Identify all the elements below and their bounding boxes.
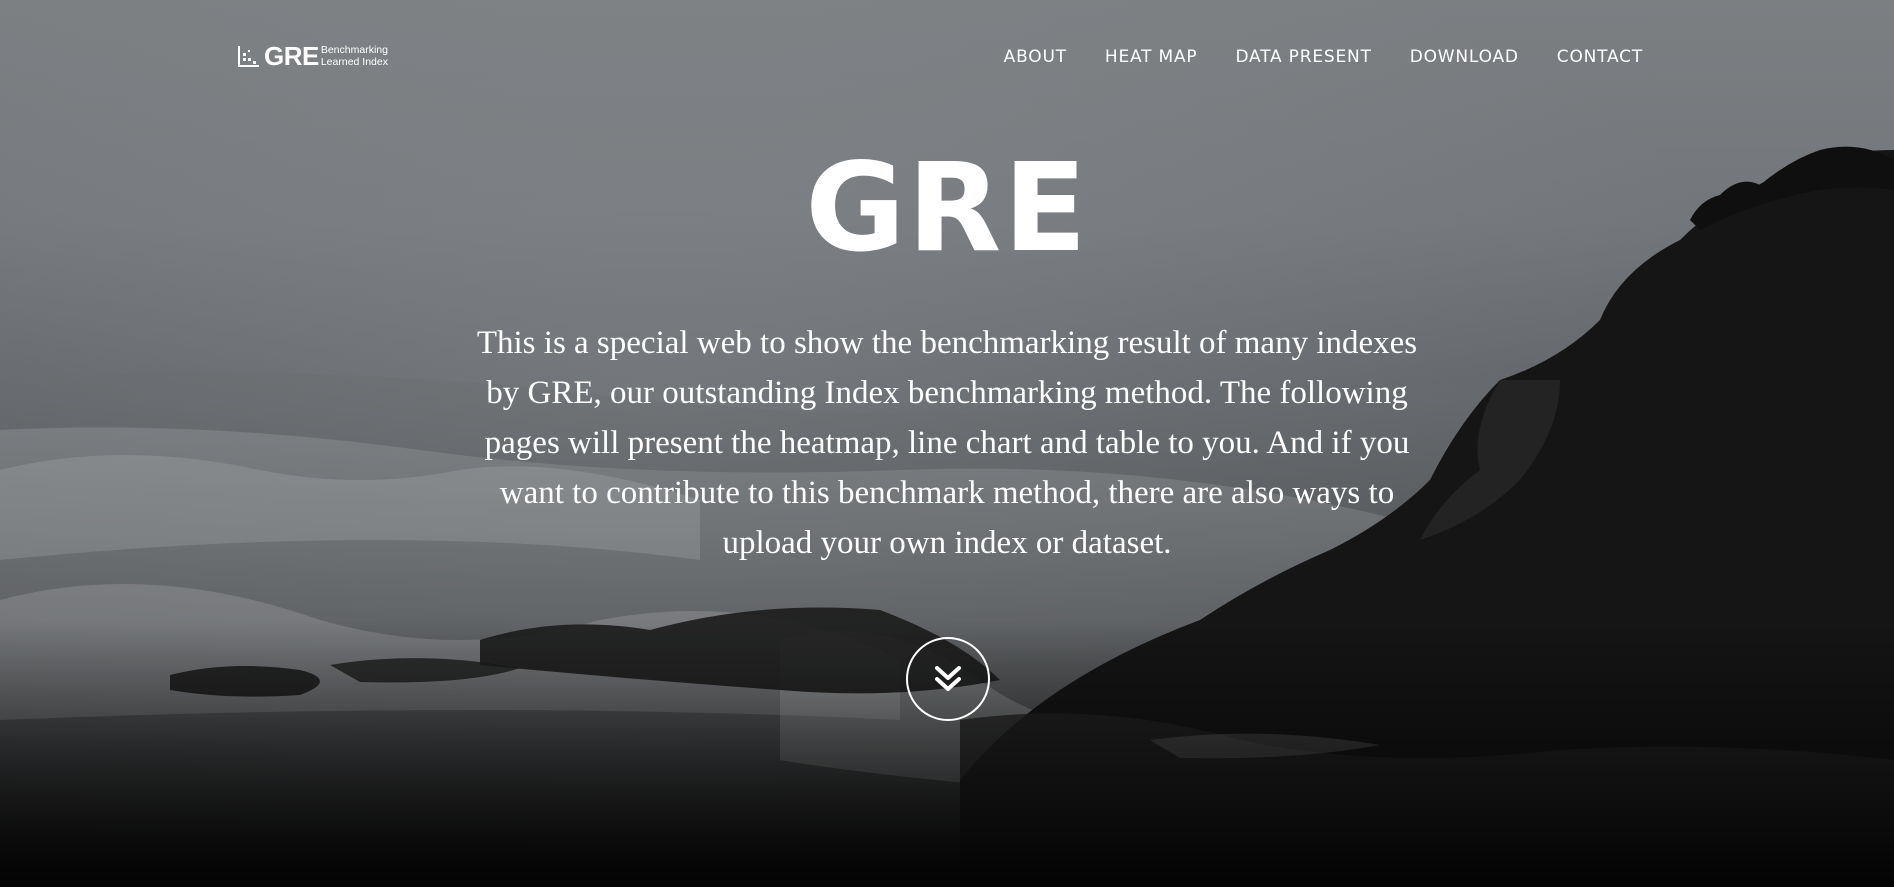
nav-menu: ABOUT HEAT MAP DATA PRESENT DOWNLOAD CON… [1004, 47, 1643, 67]
logo-subtitle-line2: Learned Index [320, 55, 388, 68]
nav-link-heat-map[interactable]: HEAT MAP [1105, 47, 1198, 67]
hero-section: GRE Benchmarking Learned Index ABOUT HEA… [0, 0, 1894, 887]
logo-chart-icon [238, 46, 259, 67]
double-chevron-down-icon [935, 666, 961, 691]
hero-title: GRE [805, 137, 1089, 279]
logo-subtitle-line1: Benchmarking [320, 44, 388, 56]
nav-link-download[interactable]: DOWNLOAD [1410, 47, 1519, 67]
nav-link-contact[interactable]: CONTACT [1557, 47, 1643, 67]
nav-link-about[interactable]: ABOUT [1004, 47, 1067, 67]
scroll-down-button[interactable] [906, 637, 990, 721]
site-logo[interactable]: GRE Benchmarking Learned Index [237, 41, 388, 71]
hero-description: This is a special web to show the benchm… [476, 325, 1418, 561]
nav-link-data-present[interactable]: DATA PRESENT [1235, 47, 1371, 67]
top-navbar: GRE Benchmarking Learned Index ABOUT HEA… [0, 0, 1894, 115]
logo-name: GRE [264, 41, 319, 71]
logo-subtitle: Benchmarking Learned Index [320, 44, 388, 68]
